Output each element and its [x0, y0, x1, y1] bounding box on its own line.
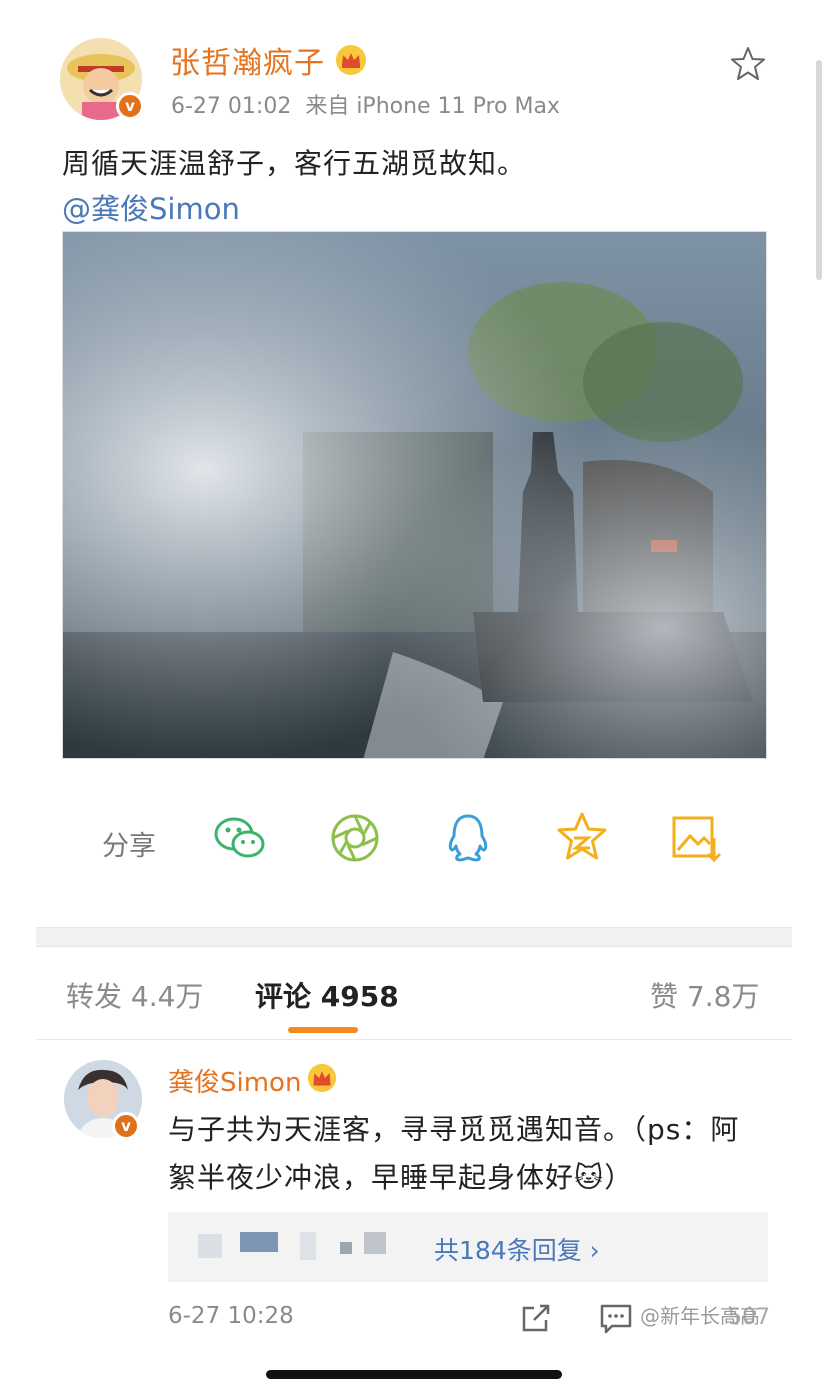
blurred-avatar	[364, 1232, 386, 1254]
blurred-avatar	[198, 1234, 222, 1258]
moments-icon[interactable]	[325, 808, 385, 868]
post-photo[interactable]	[62, 231, 767, 759]
home-indicator[interactable]	[266, 1370, 562, 1379]
post-source: 来自 iPhone 11 Pro Max	[305, 94, 560, 119]
watermark: @新年长高高	[640, 1304, 760, 1328]
share-label: 分享	[102, 831, 156, 862]
verified-badge-icon: v	[116, 92, 144, 120]
commenter-verified-badge-icon: v	[112, 1112, 140, 1140]
reply-count-link[interactable]: 共184条回复 ›	[434, 1231, 600, 1267]
commenter-name[interactable]: 龚俊Simon	[168, 1062, 301, 1099]
tab-repost[interactable]: 转发 4.4万	[66, 975, 203, 1015]
comment-text: 与子共为天涯客，寻寻觅觅遇知音。（ps：阿絮半夜少冲浪，早睡早起身体好🐱）	[168, 1113, 740, 1194]
repost-icon[interactable]	[518, 1300, 554, 1336]
active-tab-indicator	[288, 1027, 358, 1033]
comment-time: 6-27 10:28	[168, 1303, 294, 1329]
post-meta: 6-27 01:02 来自 iPhone 11 Pro Max	[171, 88, 560, 120]
commenter-crown-icon	[307, 1063, 337, 1093]
author-name[interactable]: 张哲瀚疯子	[170, 38, 325, 82]
blurred-avatar	[340, 1242, 352, 1254]
comment-icon[interactable]	[598, 1300, 634, 1336]
post-time: 6-27 01:02	[171, 94, 292, 119]
qzone-icon[interactable]	[552, 808, 612, 868]
section-divider	[36, 927, 792, 947]
tab-comments[interactable]: 评论 4958	[255, 975, 399, 1015]
tab-divider	[36, 1039, 792, 1040]
mention-link[interactable]: @龚俊Simon	[62, 186, 240, 228]
scrollbar[interactable]	[816, 60, 822, 280]
favorite-star-icon[interactable]	[728, 44, 768, 84]
post-text: 周循天涯温舒子，客行五湖觅故知。	[62, 147, 527, 180]
misty-river-scene	[63, 232, 766, 758]
wechat-icon[interactable]	[210, 808, 270, 868]
blurred-avatar	[240, 1232, 278, 1252]
tab-likes[interactable]: 赞 7.8万	[650, 975, 759, 1015]
save-image-icon[interactable]	[666, 808, 726, 868]
replies-preview[interactable]: 共184条回复 ›	[168, 1212, 768, 1282]
crown-icon	[336, 45, 366, 75]
blurred-avatar	[300, 1232, 316, 1260]
qq-icon[interactable]	[438, 808, 498, 868]
